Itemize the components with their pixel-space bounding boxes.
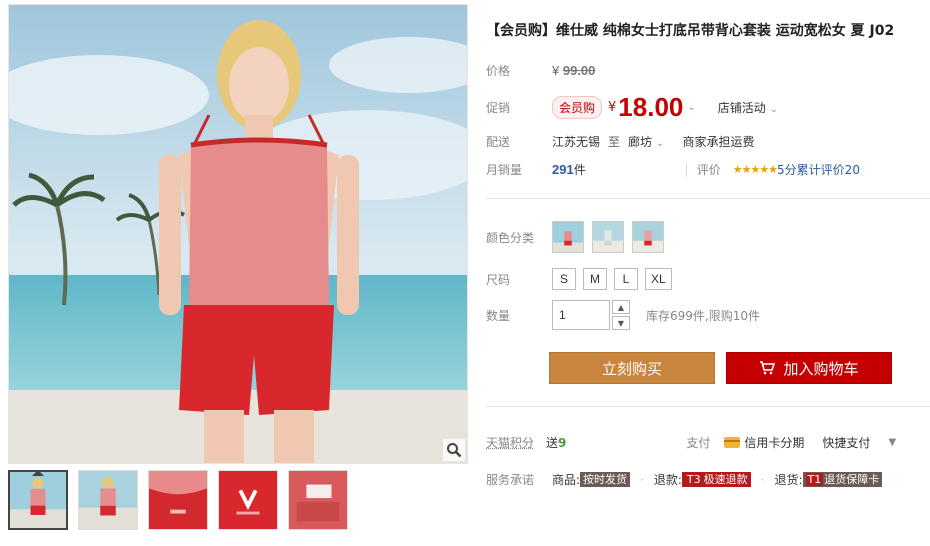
buy-now-label: 立刻购买 (601, 359, 662, 378)
stock-info: 库存699件,限购10件 (646, 308, 760, 323)
fast-pay[interactable]: 快捷支付 (822, 434, 870, 451)
original-price-value: 99.00 (562, 63, 596, 78)
thumbnail-2[interactable] (78, 470, 138, 530)
divider (486, 198, 930, 199)
chevron-down-icon: ⌄ (769, 103, 779, 115)
shop-promo-dropdown[interactable]: 店铺活动 ⌄ (718, 99, 778, 116)
original-price: ¥ 99.00 (552, 63, 595, 78)
shipping-fee: 商家承担运费 (682, 135, 755, 149)
service-return-key: 退货: (774, 473, 803, 487)
shipping-row: 配送 江苏无锡 至 廊坊 ⌄ 商家承担运费 (486, 133, 754, 150)
thumbnail-5[interactable] (288, 470, 348, 530)
service-return-card-tag[interactable]: T1 退货保障卡 (802, 472, 883, 487)
quantity-stepper: ▲ ▼ (612, 300, 630, 330)
shopping-cart-icon (759, 361, 776, 375)
monthly-sales-label: 月销量 (486, 163, 523, 177)
chevron-down-icon: ⌄ (656, 138, 665, 149)
size-option-s[interactable]: S (552, 268, 576, 290)
service-fast-refund-tag[interactable]: T3 极速退款 (681, 472, 751, 487)
vip-badge: 会员购 (552, 95, 603, 119)
thumbnail-3[interactable] (148, 470, 208, 530)
service-tag-text: 极速退款 (703, 473, 748, 486)
size-option-m[interactable]: M (583, 268, 607, 290)
product-title: 【会员购】维仕威 纯棉女士打底吊带背心套装 运动宽松女 夏 J02 (486, 23, 895, 39)
gift-points-value: 9 (558, 436, 567, 450)
main-product-image[interactable] (8, 4, 468, 464)
service-code: T3 (684, 473, 703, 486)
credit-card-icon (724, 437, 741, 448)
review-summary-link[interactable]: 5分累计评价20 (777, 161, 860, 178)
shop-promo-label: 店铺活动 (717, 100, 766, 115)
gift-prefix: 送 (546, 436, 559, 450)
service-goods-key: 商品: (552, 473, 581, 487)
quantity-input[interactable] (552, 300, 610, 330)
promo-row: 促销 会员购 ¥ 18.00 ⌄ 店铺活动 ⌄ (486, 94, 778, 120)
chevron-down-icon[interactable]: ⌄ (687, 102, 695, 113)
ship-from: 江苏无锡 (552, 135, 601, 149)
service-refund-key: 退款: (653, 473, 682, 487)
quantity-label: 数量 (486, 308, 511, 323)
ship-to-word: 至 (608, 135, 621, 149)
divider (685, 162, 687, 177)
thumbnail-4[interactable] (218, 470, 278, 530)
payment-label: 支付 (686, 436, 711, 450)
service-row: 服务承诺 商品: 按时发货 · 退款: T3 极速退款 · 退货: T1 退货保障卡 (486, 471, 883, 488)
zoom-button[interactable] (443, 439, 465, 461)
product-photo-beach-model (9, 5, 467, 463)
rewards-row: 天猫积分 送9 支付 信用卡分期 快捷支付 ▼ (486, 434, 896, 451)
gift-points: 送9 (546, 434, 566, 451)
monthly-sales-count: 291 (552, 162, 574, 177)
price-label: 价格 (486, 64, 511, 78)
destination-label: 廊坊 (628, 135, 653, 149)
thumbnail-1[interactable] (8, 470, 68, 530)
sales-row: 月销量 291 件 评价 ★★★★★ 5分累计评价20 (486, 161, 860, 178)
currency-symbol: ¥ (608, 99, 617, 115)
rating-stars: ★★★★★ (732, 163, 778, 176)
credit-card-installment[interactable]: 信用卡分期 (744, 434, 804, 451)
current-price: 18.00 (618, 92, 684, 122)
size-label: 尺码 (486, 272, 511, 287)
service-tag-text: 退货保障卡 (824, 473, 880, 486)
shipping-label: 配送 (486, 135, 511, 149)
quantity-increase-button[interactable]: ▲ (612, 300, 630, 314)
chevron-down-icon[interactable]: ▼ (888, 437, 896, 448)
divider (486, 406, 930, 407)
thumbnail-strip (8, 470, 348, 530)
color-swatch-1[interactable] (552, 221, 584, 253)
add-to-cart-label: 加入购物车 (783, 359, 859, 378)
size-option-xl[interactable]: XL (645, 268, 672, 290)
review-label: 评价 (696, 163, 721, 177)
quantity-row: 数量 ▲ ▼ 库存699件,限购10件 (486, 300, 760, 330)
currency-symbol: ¥ (552, 63, 560, 78)
service-code: T1 (805, 473, 824, 486)
tmall-points-link[interactable]: 天猫积分 (486, 434, 534, 451)
add-to-cart-button[interactable]: 加入购物车 (726, 352, 892, 384)
promo-label: 促销 (486, 100, 511, 115)
destination-selector[interactable]: 廊坊 ⌄ (628, 133, 664, 150)
service-label: 服务承诺 (486, 473, 535, 487)
separator-dot: · (760, 472, 765, 487)
magnifier-icon (447, 443, 462, 458)
quantity-decrease-button[interactable]: ▼ (612, 316, 630, 330)
color-swatch-2[interactable] (592, 221, 624, 253)
color-label: 颜色分类 (486, 230, 535, 245)
color-swatch-3[interactable] (632, 221, 664, 253)
separator-dot: · (640, 472, 644, 487)
price-row: 价格 ¥ 99.00 (486, 62, 595, 79)
color-row: 颜色分类 (486, 221, 672, 253)
buy-now-button[interactable]: 立刻购买 (549, 352, 715, 384)
size-option-l[interactable]: L (614, 268, 638, 290)
size-row: 尺码 S M L XL (486, 268, 679, 290)
monthly-sales-unit: 件 (573, 163, 586, 177)
service-on-time-delivery-tag[interactable]: 按时发货 (580, 472, 631, 487)
